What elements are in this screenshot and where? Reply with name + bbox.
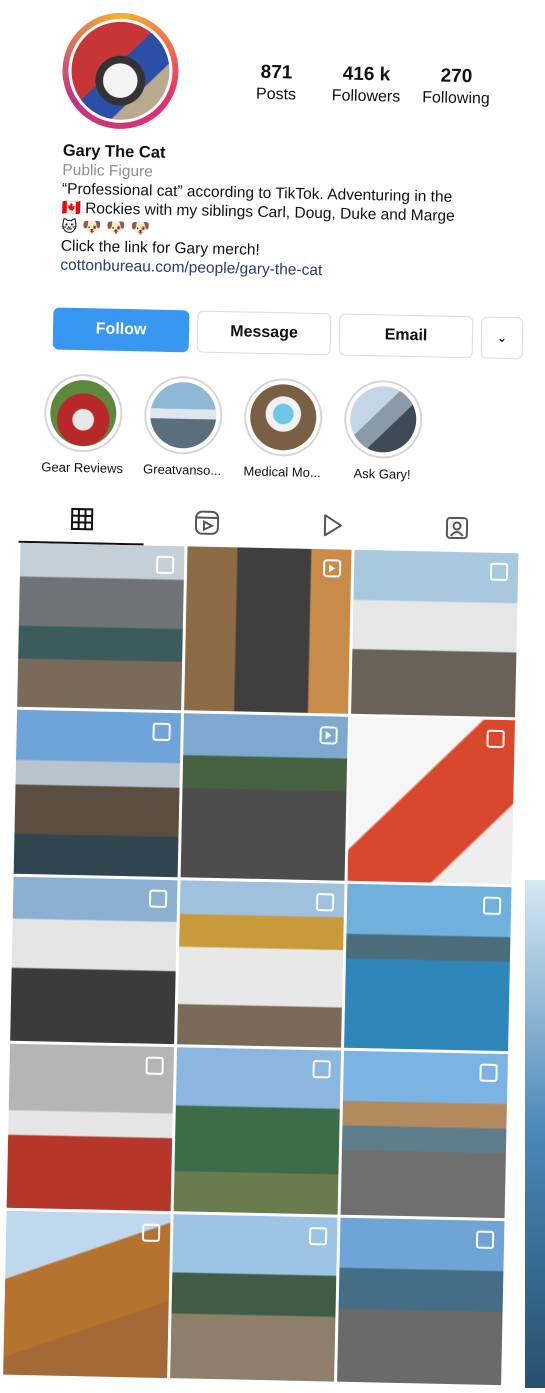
story-highlights: Gear Reviews Greatvanso... Medical Mo...… [34,373,432,482]
carousel-icon [479,1064,497,1082]
reel-icon [323,559,341,577]
carousel-icon [490,563,508,581]
post-grid [3,543,518,1385]
carousel-icon [316,893,334,911]
carousel-icon [152,723,170,741]
tab-video[interactable] [269,500,395,551]
post-tile[interactable] [348,717,515,884]
post-tile[interactable] [174,1047,341,1214]
carousel-icon [483,897,501,915]
avatar[interactable] [67,18,173,124]
profile-bio: Gary The Cat Public Figure “Professional… [60,142,533,285]
post-tile[interactable] [344,884,511,1051]
tab-tagged[interactable] [393,503,519,554]
post-tile[interactable] [337,1218,504,1385]
carousel-icon [476,1231,494,1249]
profile-screen: 871 Posts 416 k Followers 270 Following … [0,0,545,1393]
carousel-icon [149,890,167,908]
follow-button[interactable]: Follow [53,307,190,352]
post-tile[interactable] [351,550,518,717]
highlight-gear-reviews[interactable]: Gear Reviews [34,373,132,476]
post-tile[interactable] [14,710,181,877]
post-tile[interactable] [7,1044,174,1211]
video-icon [318,512,345,539]
carousel-icon [312,1060,330,1078]
highlight-medical[interactable]: Medical Mo... [234,377,332,480]
carousel-icon [156,556,174,574]
tab-reels[interactable] [144,497,270,548]
posts-stat[interactable]: 871 Posts [234,61,319,105]
profile-header: 871 Posts 416 k Followers 270 Following … [0,0,545,316]
post-tile[interactable] [10,877,177,1044]
tab-grid[interactable] [19,495,145,546]
highlight-label: Ask Gary! [334,465,430,482]
profile-stats: 871 Posts 416 k Followers 270 Following [234,61,499,109]
message-button[interactable]: Message [197,310,332,355]
post-tile[interactable] [181,713,348,880]
reel-icon [319,726,337,744]
tagged-icon [443,515,470,542]
highlight-greatvanso[interactable]: Greatvanso... [134,375,232,478]
carousel-icon [309,1227,327,1245]
following-label: Following [414,89,498,109]
photo-edge [525,880,545,1388]
post-tile[interactable] [3,1211,170,1378]
following-count: 270 [414,65,498,89]
followers-label: Followers [318,87,414,107]
email-button[interactable]: Email [339,313,474,358]
post-tile[interactable] [184,546,351,713]
post-tile[interactable] [177,880,344,1047]
grid-icon [69,507,93,531]
followers-stat[interactable]: 416 k Followers [318,63,415,107]
carousel-icon [142,1224,160,1242]
highlight-label: Gear Reviews [34,459,130,476]
highlight-label: Medical Mo... [234,463,330,480]
profile-avatar-ring[interactable] [61,12,179,130]
following-stat[interactable]: 270 Following [414,65,499,109]
carousel-icon [486,730,504,748]
post-tile[interactable] [17,543,184,710]
highlight-ask-gary[interactable]: Ask Gary! [334,379,432,482]
canada-flag-icon: 🇨🇦 [61,199,81,217]
followers-count: 416 k [318,63,414,87]
post-tile[interactable] [170,1214,337,1381]
posts-count: 871 [234,61,318,85]
reels-icon [193,509,220,536]
carousel-icon [145,1057,163,1075]
chevron-down-icon[interactable]: ⌄ [481,316,524,359]
highlight-label: Greatvanso... [134,461,230,478]
posts-label: Posts [234,85,318,105]
profile-actions: Follow Message Email ⌄ [53,307,524,359]
post-tile[interactable] [341,1051,508,1218]
